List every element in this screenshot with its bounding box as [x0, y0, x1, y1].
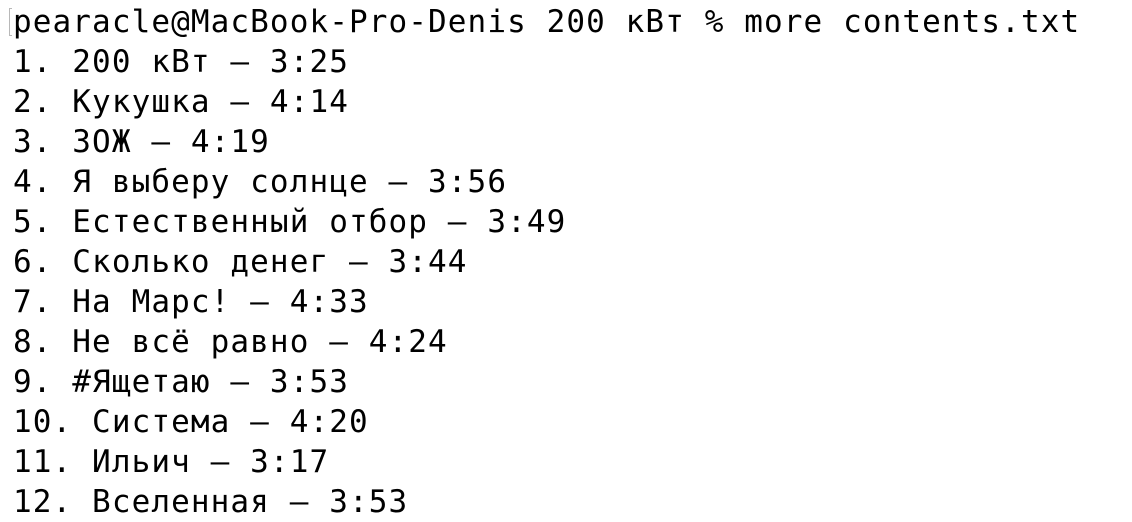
command-line: pearacle@MacBook-Pro-Denis 200 кВт % mor… — [13, 4, 1081, 40]
output-line: 2. Кукушка – 4:14 — [13, 84, 349, 120]
output-line: 12. Вселенная – 3:53 — [13, 484, 409, 520]
output-line: 11. Ильич – 3:17 — [13, 444, 330, 480]
output-line: 7. На Марс! – 4:33 — [13, 284, 369, 320]
output-line: 3. ЗОЖ – 4:19 — [13, 124, 270, 160]
output-line: 5. Естественный отбор – 3:49 — [13, 204, 567, 240]
terminal-output: pearacle@MacBook-Pro-Denis 200 кВт % mor… — [13, 2, 1080, 522]
output-line: 10. Система – 4:20 — [13, 404, 369, 440]
output-line: 1. 200 кВт – 3:25 — [13, 44, 349, 80]
output-line: 6. Сколько денег – 3:44 — [13, 244, 468, 280]
output-line: 8. Не всё равно – 4:24 — [13, 324, 448, 360]
terminal-window[interactable]: pearacle@MacBook-Pro-Denis 200 кВт % mor… — [0, 0, 1132, 522]
output-line: 4. Я выберу солнце – 3:56 — [13, 164, 508, 200]
mark-bracket — [9, 8, 12, 36]
output-line: 9. #Ящетаю – 3:53 — [13, 364, 349, 400]
